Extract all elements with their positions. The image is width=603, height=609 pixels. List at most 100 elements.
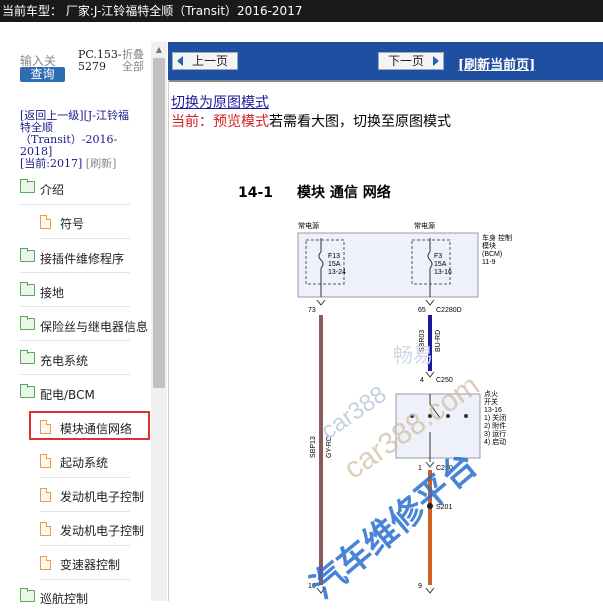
divider [40,477,130,478]
current-label: [当前: [20,157,50,170]
bcm-label: 模块 [482,241,496,250]
tree-item-label: 接地 [40,286,65,300]
watermark-text: 汽车维修平台 [304,446,485,601]
header-spacer [0,22,603,42]
power-label-left: 常电源 [298,221,319,230]
folder-icon [20,316,35,330]
ignition-label: 开关 [484,397,498,406]
tree-item-label: 保险丝与继电器信息 [40,320,149,334]
divider [40,579,130,580]
tree-item-cruise[interactable]: 巡航控制 [0,587,168,609]
folder-icon [20,588,35,602]
current-year: 2017] [50,157,83,170]
prev-page-label: 上一页 [191,54,228,68]
power-label-right: 常电源 [414,221,435,230]
bcm-box [297,232,479,298]
document-icon [40,522,51,536]
tree-item-starting[interactable]: 起动系统 [0,451,168,473]
tree-item-label: 发动机电子控制 [60,490,145,504]
current-mode-label: 当前：预览模式 [171,114,269,130]
tree-item-power-bcm[interactable]: 配电/BCM [0,383,168,405]
prev-page-button[interactable]: 上一页 [172,52,238,70]
folder-icon [20,179,35,193]
connector-label: C2280D [436,307,462,314]
ignition-label: 4) 启动 [484,437,506,446]
fuse-left-label: 13-24 [328,269,346,276]
search-button[interactable]: 查询 [20,67,65,82]
tree-item-engine-control-2[interactable]: 发动机电子控制 [0,519,168,541]
fuse-right-label: 13-16 [434,269,452,276]
refresh-link[interactable]: [刷新] [86,157,117,170]
tree-item-symbols[interactable]: 符号 [0,212,168,234]
divider [20,204,130,205]
current-mode-hint: 若需看大图，切换至原图模式 [269,114,451,130]
pc-code-line: 5279 [78,60,106,73]
fuse-right-label: F3 [434,253,442,260]
folder-icon [20,350,35,364]
scroll-thumb[interactable] [153,58,165,388]
next-page-button[interactable]: 下一页 [378,52,444,70]
tree-item-label: 介绍 [40,183,65,197]
pc-code: PC.153- 5279 [78,49,122,73]
bcm-label: 车身 控制 [482,233,512,242]
folder-icon [20,282,35,296]
folder-icon [20,248,35,262]
tree-item-label: 巡航控制 [40,592,89,606]
document-icon [40,215,51,229]
tree-item-connector-repair[interactable]: 接插件维修程序 [0,247,168,269]
wire-gy-rd [319,315,323,585]
diagram-title: 14-1 模块 通信 网络 [238,182,391,202]
arrow-left-icon [177,56,183,66]
tree-item-label: 接插件维修程序 [40,252,125,266]
selected-item-highlight [29,411,150,440]
divider [20,306,130,307]
arrow-right-icon [433,56,439,66]
switch-original-mode-link[interactable]: 切换为原图模式 [171,92,269,112]
section-number: 14-1 [238,185,274,201]
collapse-all-line: 全部 [122,60,144,73]
collapse-all-button[interactable]: 折叠 全部 [122,49,144,73]
divider [20,374,130,375]
tree-item-fuse-relay[interactable]: 保险丝与继电器信息 [0,315,168,337]
page-nav-bar: 上一页 下一页 [刷新当前页] [168,42,603,80]
pin-label: 73 [308,307,316,314]
pin-label: 65 [418,307,426,314]
switch-contact [464,414,468,418]
tree-item-engine-control-1[interactable]: 发动机电子控制 [0,485,168,507]
tree-item-label: 充电系统 [40,354,89,368]
next-page-label: 下一页 [387,54,424,68]
ignition-label: 点火 [484,390,498,398]
connector-arrow-icon [316,299,326,306]
divider [20,340,130,341]
pin-label: 4 [420,377,424,384]
tree-item-label: 配电/BCM [40,388,95,402]
refresh-page-link[interactable]: [刷新当前页] [458,54,535,73]
divider [40,511,130,512]
divider [40,238,130,239]
tree-item-charging[interactable]: 充电系统 [0,349,168,371]
document-icon [40,488,51,502]
connector-arrow-icon [425,461,435,468]
title-bar: 当前车型： 厂家:J-江铃福特全顺（Transit）2016-2017 [0,0,603,22]
tree-item-label: 符号 [60,217,85,231]
tree-item-label: 发动机电子控制 [60,524,145,538]
document-icon [40,454,51,468]
tree-item-label: 起动系统 [60,456,109,470]
bcm-label: 11-9 [482,259,496,266]
ignition-label: 3) 运行 [484,429,506,438]
bcm-label: (BCM) [482,251,502,258]
tree-item-intro[interactable]: 介绍 [0,178,168,200]
pin-label: 1 [418,465,422,472]
tree-item-transmission[interactable]: 变速器控制 [0,553,168,575]
connector-arrow-icon [425,299,435,306]
tree-item-ground[interactable]: 接地 [0,281,168,303]
scroll-up-arrow-icon[interactable]: ▲ [153,44,165,56]
mode-status: 当前：预览模式若需看大图，切换至原图模式 [171,111,451,131]
divider [40,545,130,546]
connector-arrow-icon [425,587,435,594]
wire-label: BU-RD [435,330,442,352]
folder-open-icon [20,384,35,398]
fuse-right-label: 15A [434,261,447,268]
watermark-text: 畅易 [393,344,433,367]
ignition-label: 2) 附件 [484,421,506,430]
